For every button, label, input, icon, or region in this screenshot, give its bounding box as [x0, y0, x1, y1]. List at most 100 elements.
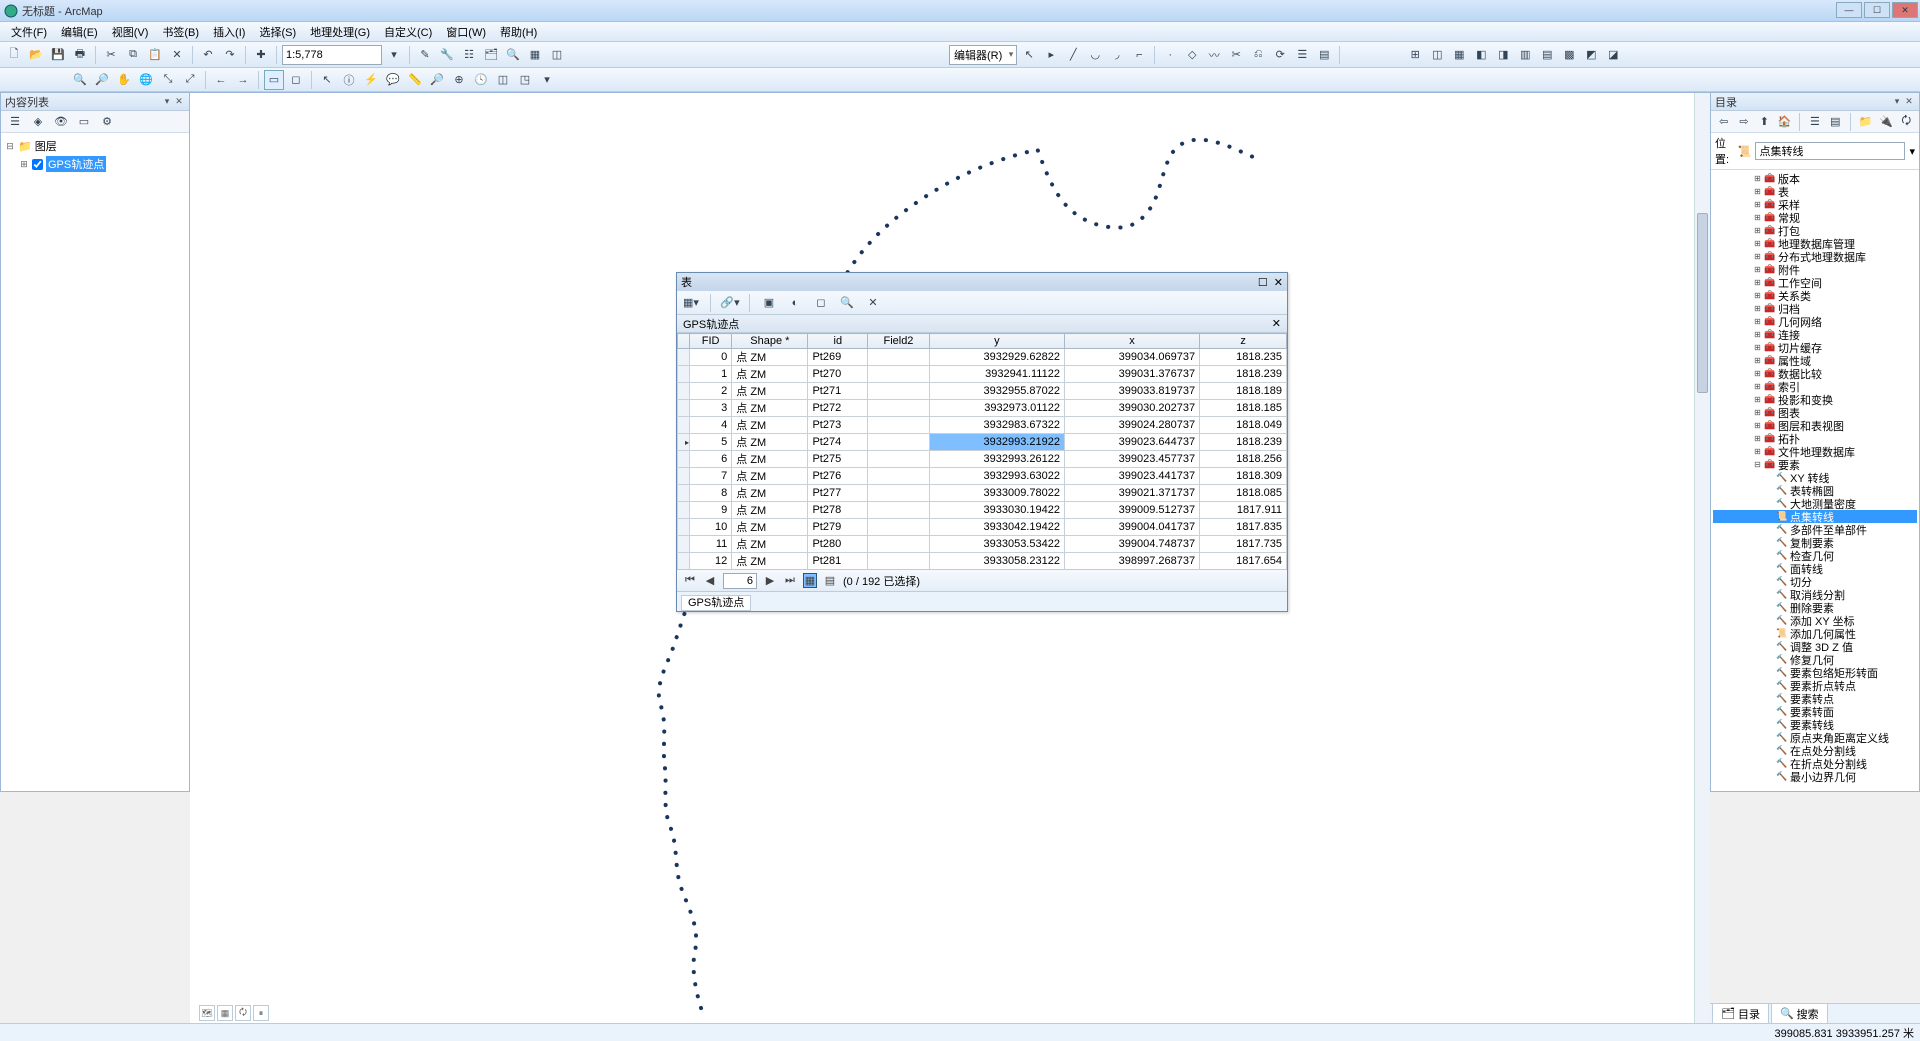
show-selected-icon[interactable]: ▤	[823, 574, 837, 587]
next-icon[interactable]: ▶	[763, 574, 777, 587]
close-icon[interactable]: ✕	[1274, 276, 1283, 289]
cut-poly-icon[interactable]: ✂	[1226, 45, 1246, 65]
table-icon[interactable]: ☷	[459, 45, 479, 65]
connect-folder-icon[interactable]: 📁	[1857, 112, 1874, 132]
list-by-source-icon[interactable]: ◈	[28, 112, 48, 132]
split-icon[interactable]: ⎌	[1248, 45, 1268, 65]
catalog-item[interactable]: ⊞🧰投影和变换	[1713, 393, 1917, 406]
findxy-icon[interactable]: ⊕	[449, 70, 469, 90]
list-by-selection-icon[interactable]: ▭	[74, 112, 94, 132]
viewer-icon[interactable]: ◫	[493, 70, 513, 90]
layer-visibility-check[interactable]	[32, 159, 43, 170]
close-button[interactable]: ✕	[1892, 2, 1918, 18]
refresh-icon[interactable]: 🗘	[1898, 112, 1915, 132]
catalog-item[interactable]: ⊞🧰切片缓存	[1713, 341, 1917, 354]
delete-icon[interactable]: ✕	[167, 45, 187, 65]
fwd-icon[interactable]: ⇨	[1735, 112, 1752, 132]
prev-icon[interactable]: ◀	[703, 574, 717, 587]
delete-selected-icon[interactable]: ✕	[863, 293, 883, 313]
python-icon[interactable]: ▦	[525, 45, 545, 65]
full-extent-icon[interactable]: 🌐	[136, 70, 156, 90]
menu-item[interactable]: 插入(I)	[206, 22, 252, 42]
georef9-icon[interactable]: ◩	[1581, 45, 1601, 65]
catalog-tab[interactable]: 🗂目录	[1712, 1003, 1769, 1025]
trace-icon[interactable]: ◞	[1107, 45, 1127, 65]
html-popup-icon[interactable]: 💬	[383, 70, 403, 90]
right-angle-icon[interactable]: ⌐	[1129, 45, 1149, 65]
dropdown-icon[interactable]: ▾	[537, 70, 557, 90]
georef7-icon[interactable]: ▤	[1537, 45, 1557, 65]
first-icon[interactable]: ⏮	[683, 574, 697, 587]
search-tab[interactable]: 🔍搜索	[1771, 1003, 1828, 1025]
menu-item[interactable]: 文件(F)	[4, 22, 54, 42]
open-icon[interactable]: 📂	[26, 45, 46, 65]
pause-draw-icon[interactable]: ⏸	[253, 1005, 269, 1021]
toolbox-icon[interactable]: 🔧	[437, 45, 457, 65]
related-tables-icon[interactable]: 🔗▾	[720, 293, 740, 313]
list-by-drawing-icon[interactable]: ☰	[5, 112, 25, 132]
scale-down-icon[interactable]: ▾	[384, 45, 404, 65]
catalog-item[interactable]: ⊞🧰常规	[1713, 211, 1917, 224]
menu-item[interactable]: 编辑(E)	[54, 22, 105, 42]
editor-menu[interactable]: 编辑器(R)	[949, 45, 1017, 65]
disconnect-icon[interactable]: 🔌	[1877, 112, 1894, 132]
back-icon[interactable]: ⇦	[1715, 112, 1732, 132]
georef3-icon[interactable]: ▦	[1449, 45, 1469, 65]
georef4-icon[interactable]: ◧	[1471, 45, 1491, 65]
catalog-item[interactable]: ⊞🧰分布式地理数据库	[1713, 250, 1917, 263]
cut-icon[interactable]: ✂	[101, 45, 121, 65]
tree-row-layers[interactable]: ⊟ 📁 图层	[5, 137, 185, 155]
catalog-item[interactable]: 🔨面转线	[1713, 562, 1917, 575]
attributes-icon[interactable]: ☰	[1292, 45, 1312, 65]
menu-item[interactable]: 窗口(W)	[439, 22, 493, 42]
point-icon[interactable]: ·	[1160, 45, 1180, 65]
location-input[interactable]	[1755, 142, 1905, 160]
find-icon[interactable]: 🔎	[427, 70, 447, 90]
maximize-button[interactable]: ☐	[1864, 2, 1890, 18]
list-by-visibility-icon[interactable]: 👁	[51, 112, 71, 132]
forward-icon[interactable]: →	[233, 70, 253, 90]
page-input[interactable]	[723, 573, 757, 589]
switch-selection-icon[interactable]: ◐	[785, 293, 805, 313]
catalog-item[interactable]: ⊞🧰版本	[1713, 172, 1917, 185]
show-all-icon[interactable]: ▦	[803, 573, 817, 588]
toc-tree[interactable]: ⊟ 📁 图层 ⊞ GPS轨迹点	[1, 133, 189, 791]
catalog-item[interactable]: 🔨最小边界几何	[1713, 770, 1917, 783]
list-icon[interactable]: ▤	[1827, 112, 1844, 132]
georef5-icon[interactable]: ◨	[1493, 45, 1513, 65]
clear-selection-icon[interactable]: ◻	[286, 70, 306, 90]
back-icon[interactable]: ←	[211, 70, 231, 90]
pin-icon[interactable]: ▾	[1891, 96, 1903, 108]
copy-icon[interactable]: ⧉	[123, 45, 143, 65]
select-elements-icon[interactable]: ↖	[317, 70, 337, 90]
menu-item[interactable]: 选择(S)	[252, 22, 303, 42]
time-slider-icon[interactable]: 🕓	[471, 70, 491, 90]
pin-icon[interactable]: ▾	[161, 96, 173, 108]
maximize-icon[interactable]: ☐	[1258, 276, 1268, 289]
close-icon[interactable]: ✕	[1903, 96, 1915, 108]
editor-toolbar-icon[interactable]: ✎	[415, 45, 435, 65]
georef8-icon[interactable]: ▩	[1559, 45, 1579, 65]
zoom-in-icon[interactable]: 🔍	[70, 70, 90, 90]
edit-tool-icon[interactable]: ↖	[1019, 45, 1039, 65]
toggle-tree-icon[interactable]: ☰	[1806, 112, 1823, 132]
tree-row-gps[interactable]: ⊞ GPS轨迹点	[5, 155, 185, 173]
last-icon[interactable]: ⏭	[783, 574, 797, 587]
menu-item[interactable]: 自定义(C)	[377, 22, 439, 42]
reshape-icon[interactable]: 〰	[1204, 45, 1224, 65]
straight-segment-icon[interactable]: ╱	[1063, 45, 1083, 65]
options-icon[interactable]: ⚙	[97, 112, 117, 132]
catalog-item[interactable]: ⊞🧰关系类	[1713, 289, 1917, 302]
menu-item[interactable]: 地理处理(G)	[303, 22, 377, 42]
menu-item[interactable]: 帮助(H)	[493, 22, 544, 42]
measure-icon[interactable]: 📏	[405, 70, 425, 90]
catalog-item[interactable]: ⊞🧰数据比较	[1713, 367, 1917, 380]
menu-item[interactable]: 视图(V)	[105, 22, 156, 42]
select-by-attr-icon[interactable]: ▣	[759, 293, 779, 313]
home-icon[interactable]: 🏠	[1776, 112, 1793, 132]
zoom-selected-icon[interactable]: 🔍	[837, 293, 857, 313]
catalog-item[interactable]: ⊞🧰采样	[1713, 198, 1917, 211]
table-tab-gps[interactable]: GPS轨迹点	[681, 595, 751, 611]
catalog-item[interactable]: ⊞🧰几何网络	[1713, 315, 1917, 328]
print-icon[interactable]: 🖶	[70, 45, 90, 65]
